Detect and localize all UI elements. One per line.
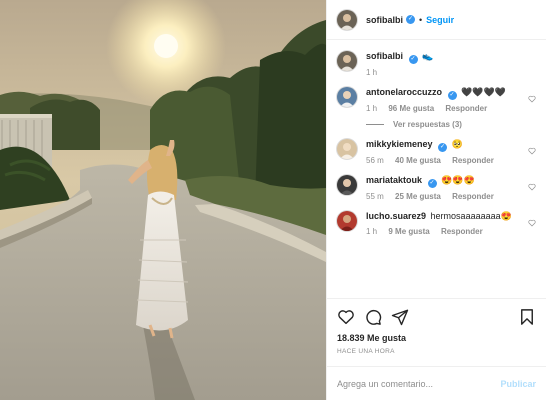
comment-time[interactable]: 55 m <box>366 192 384 201</box>
reply-button[interactable]: Responder <box>445 104 487 113</box>
comment-time[interactable]: 56 m <box>366 156 384 165</box>
comment-text: hermosaaaaaaaa😍 <box>430 211 512 221</box>
heart-icon[interactable] <box>528 219 536 227</box>
comment-username[interactable]: antonelaroccuzzo <box>366 87 442 97</box>
post-header: sofibalbi ✓ • Seguir <box>327 0 546 40</box>
comment-icon[interactable] <box>364 308 382 326</box>
verified-icon: ✓ <box>438 143 448 152</box>
comments-list[interactable]: sofibalbi ✓ 👟 1 h antonelaroccuzzo ✓ 🖤🖤🖤… <box>327 40 546 298</box>
comment-text: 🖤🖤🖤🖤 <box>461 87 506 97</box>
share-icon[interactable] <box>391 308 409 326</box>
caption: sofibalbi ✓ 👟 1 h <box>337 50 536 77</box>
caption-username[interactable]: sofibalbi <box>366 51 403 61</box>
comment-time[interactable]: 1 h <box>366 104 377 113</box>
avatar-image <box>340 91 354 107</box>
comment-username[interactable]: mikkykiemeney <box>366 139 433 149</box>
comment-likes[interactable]: 40 Me gusta <box>395 156 441 165</box>
comment-item: lucho.suarez9 hermosaaaaaaaa😍 1 h 9 Me g… <box>337 210 536 236</box>
verified-icon: ✓ <box>447 91 457 100</box>
reply-button[interactable]: Responder <box>452 192 494 201</box>
post-image <box>0 0 326 400</box>
header-username[interactable]: sofibalbi <box>366 15 403 25</box>
view-replies-label: Ver respuestas (3) <box>393 120 462 129</box>
comment-likes[interactable]: 96 Me gusta <box>388 104 434 113</box>
avatar[interactable] <box>337 175 357 195</box>
separator-dot: • <box>419 14 423 25</box>
avatar-image <box>340 55 354 71</box>
avatar[interactable] <box>337 51 357 71</box>
post-photo[interactable] <box>0 0 326 400</box>
comment-text: 🥺 <box>451 139 463 149</box>
post-side-panel: sofibalbi ✓ • Seguir sofibalbi ✓ 👟 1 h a… <box>326 0 546 400</box>
comment-item: antonelaroccuzzo ✓ 🖤🖤🖤🖤 1 h 96 Me gusta … <box>337 86 536 113</box>
verified-icon: ✓ <box>406 15 416 24</box>
post-actions: 18.839 Me gusta HACE UNA HORA <box>327 298 546 366</box>
view-replies-button[interactable]: Ver respuestas (3) <box>366 120 536 129</box>
avatar-image <box>340 215 354 231</box>
avatar[interactable] <box>337 139 357 159</box>
comment-time[interactable]: 1 h <box>366 227 377 236</box>
reply-button[interactable]: Responder <box>452 156 494 165</box>
follow-button[interactable]: Seguir <box>426 15 454 25</box>
avatar[interactable] <box>337 9 357 30</box>
comment-username[interactable]: mariataktouk <box>366 175 422 185</box>
add-comment-bar: Publicar <box>327 366 546 400</box>
heart-icon[interactable] <box>528 183 536 191</box>
avatar-image <box>340 143 354 159</box>
publish-button[interactable]: Publicar <box>500 379 536 389</box>
avatar[interactable] <box>337 211 357 231</box>
reply-button[interactable]: Responder <box>441 227 483 236</box>
avatar-image <box>340 179 354 195</box>
heart-icon[interactable] <box>528 147 536 155</box>
replies-line <box>366 124 384 125</box>
like-heart-icon[interactable] <box>337 308 355 326</box>
comment-item: mariataktouk ✓ 😍😍😍 55 m 25 Me gusta Resp… <box>337 174 536 201</box>
likes-count[interactable]: 18.839 Me gusta <box>337 333 536 343</box>
verified-icon: ✓ <box>427 179 437 188</box>
avatar-image <box>340 13 354 30</box>
avatar[interactable] <box>337 87 357 107</box>
bookmark-icon[interactable] <box>518 308 536 326</box>
heart-icon[interactable] <box>528 95 536 103</box>
comment-likes[interactable]: 25 Me gusta <box>395 192 441 201</box>
post-timestamp[interactable]: HACE UNA HORA <box>337 348 536 355</box>
comment-username[interactable]: lucho.suarez9 <box>366 211 426 221</box>
caption-time[interactable]: 1 h <box>366 68 536 77</box>
verified-icon: ✓ <box>408 55 418 64</box>
comment-input[interactable] <box>337 378 501 389</box>
caption-text: 👟 <box>422 51 434 61</box>
comment-text: 😍😍😍 <box>441 175 475 185</box>
comment-item: mikkykiemeney ✓ 🥺 56 m 40 Me gusta Respo… <box>337 138 536 165</box>
comment-likes[interactable]: 9 Me gusta <box>388 227 429 236</box>
